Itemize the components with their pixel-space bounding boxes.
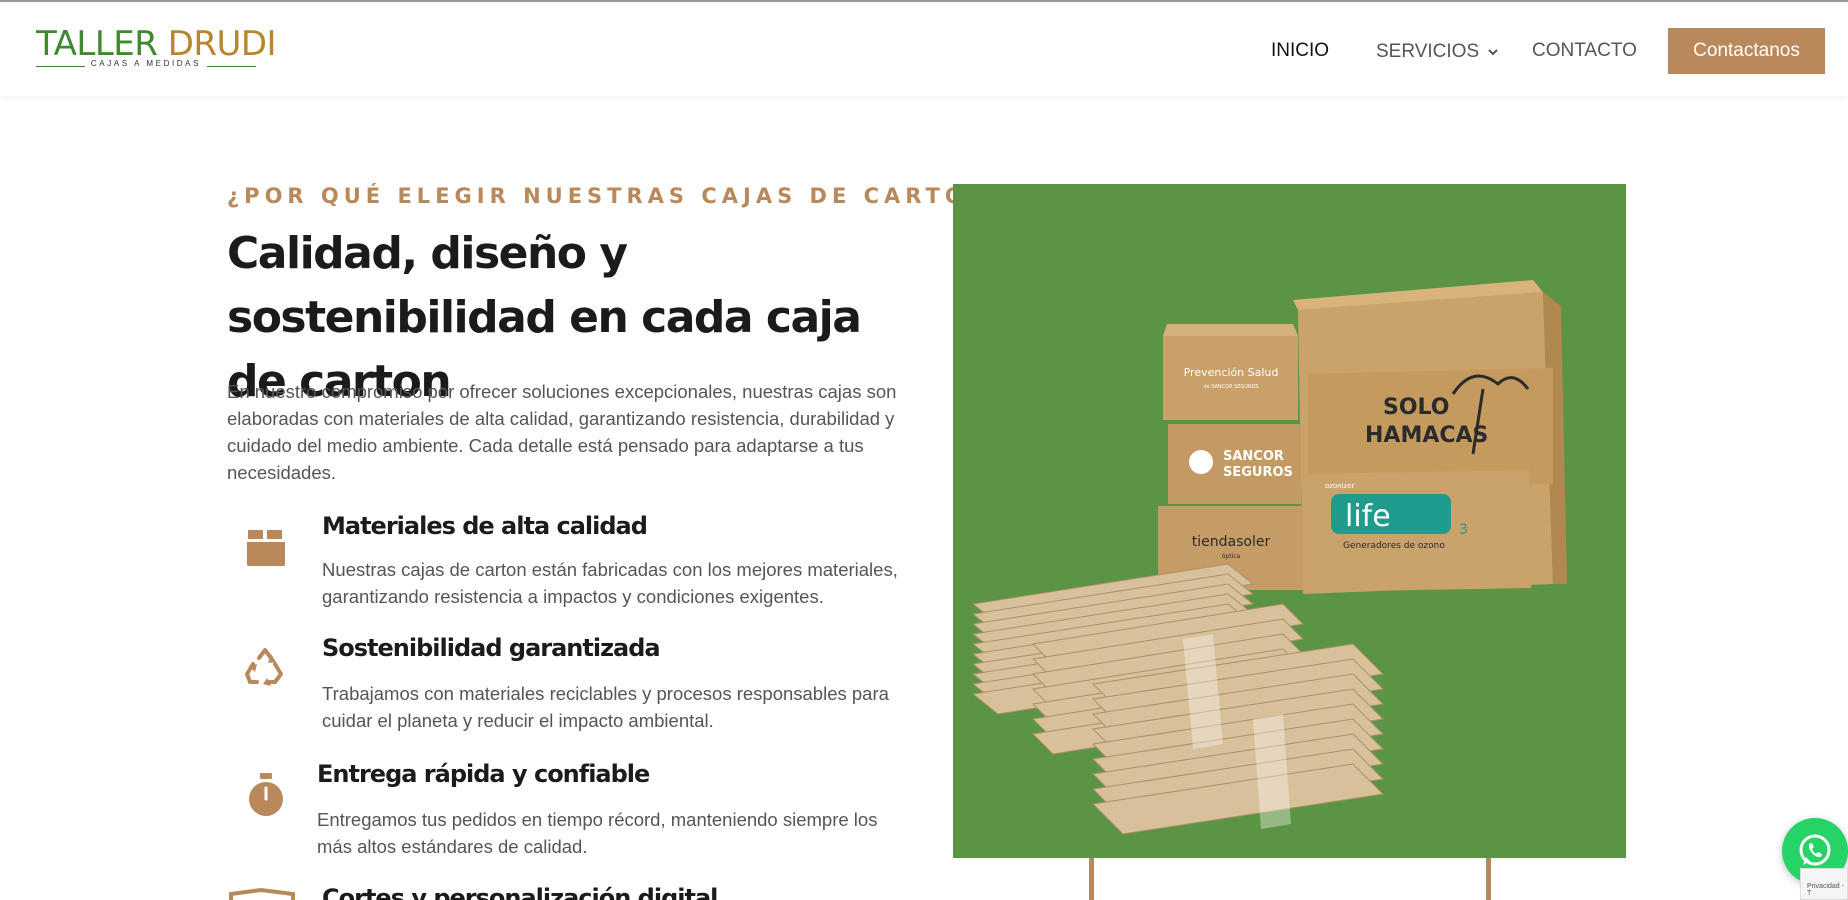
section-intro: En nuestro compromiso por ofrecer soluci… bbox=[227, 381, 897, 483]
logo-subtitle: CAJAS A MEDIDAS bbox=[36, 59, 256, 68]
logo-title: TALLER DRUDI bbox=[36, 24, 277, 64]
feature-text: Entregamos tus pedidos en tiempo récord,… bbox=[317, 809, 878, 857]
nav-servicios-label: SERVICIOS bbox=[1376, 41, 1480, 62]
svg-text:3: 3 bbox=[1459, 522, 1468, 538]
whatsapp-icon bbox=[1799, 834, 1831, 866]
logo[interactable]: TALLER DRUDI CAJAS A MEDIDAS bbox=[36, 24, 277, 74]
svg-text:Generadores de ozono: Generadores de ozono bbox=[1343, 541, 1445, 551]
stopwatch-icon bbox=[249, 773, 283, 816]
boxes-icon bbox=[229, 888, 295, 900]
svg-text:HAMACAS: HAMACAS bbox=[1365, 423, 1488, 448]
section-eyebrow: ¿POR QUÉ ELEGIR NUESTRAS CAJAS DE CARTON… bbox=[227, 184, 1008, 208]
nav-servicios[interactable]: SERVICIOS bbox=[1376, 40, 1499, 64]
svg-text:de SANCOR SEGUROS: de SANCOR SEGUROS bbox=[1203, 384, 1258, 390]
feature-title: Sostenibilidad garantizada bbox=[322, 634, 661, 662]
chevron-down-icon bbox=[1488, 49, 1498, 56]
svg-text:óptica: óptica bbox=[1222, 553, 1241, 560]
svg-text:SANCOR: SANCOR bbox=[1223, 449, 1284, 464]
site-header: TALLER DRUDI CAJAS A MEDIDAS INICIO SERV… bbox=[0, 2, 1848, 96]
logo-title-taller: TALLER bbox=[36, 24, 168, 64]
recycle-icon bbox=[245, 648, 283, 686]
boxes-illustration: SOLO HAMACAS Prevención Salud de SANCOR … bbox=[971, 280, 1567, 835]
svg-text:tiendasoler: tiendasoler bbox=[1192, 534, 1271, 550]
decorative-frame bbox=[1089, 858, 1491, 900]
svg-text:ozonizer: ozonizer bbox=[1325, 482, 1355, 490]
logo-title-drudi: DRUDI bbox=[167, 24, 277, 64]
svg-text:Prevención Salud: Prevención Salud bbox=[1184, 366, 1279, 379]
svg-text:SEGUROS: SEGUROS bbox=[1223, 465, 1293, 480]
svg-text:O: O bbox=[1411, 499, 1440, 539]
nav-contacto[interactable]: CONTACTO bbox=[1532, 40, 1637, 64]
feature-title: Cortes y personalización digital bbox=[322, 884, 718, 900]
feature-text: Nuestras cajas de carton están fabricada… bbox=[322, 559, 898, 607]
svg-text:SOLO: SOLO bbox=[1383, 395, 1449, 420]
hero-product-image: SOLO HAMACAS Prevención Salud de SANCOR … bbox=[953, 184, 1626, 858]
nav-inicio[interactable]: INICIO bbox=[1271, 40, 1329, 64]
contactanos-button[interactable]: Contactanos bbox=[1668, 28, 1825, 74]
recaptcha-badge: Privacidad - T bbox=[1800, 868, 1848, 900]
feature-title: Materiales de alta calidad bbox=[322, 512, 648, 540]
box-icon bbox=[247, 530, 285, 566]
svg-text:life: life bbox=[1345, 499, 1391, 534]
feature-text: Trabajamos con materiales reciclables y … bbox=[322, 683, 889, 731]
feature-title: Entrega rápida y confiable bbox=[317, 760, 650, 788]
